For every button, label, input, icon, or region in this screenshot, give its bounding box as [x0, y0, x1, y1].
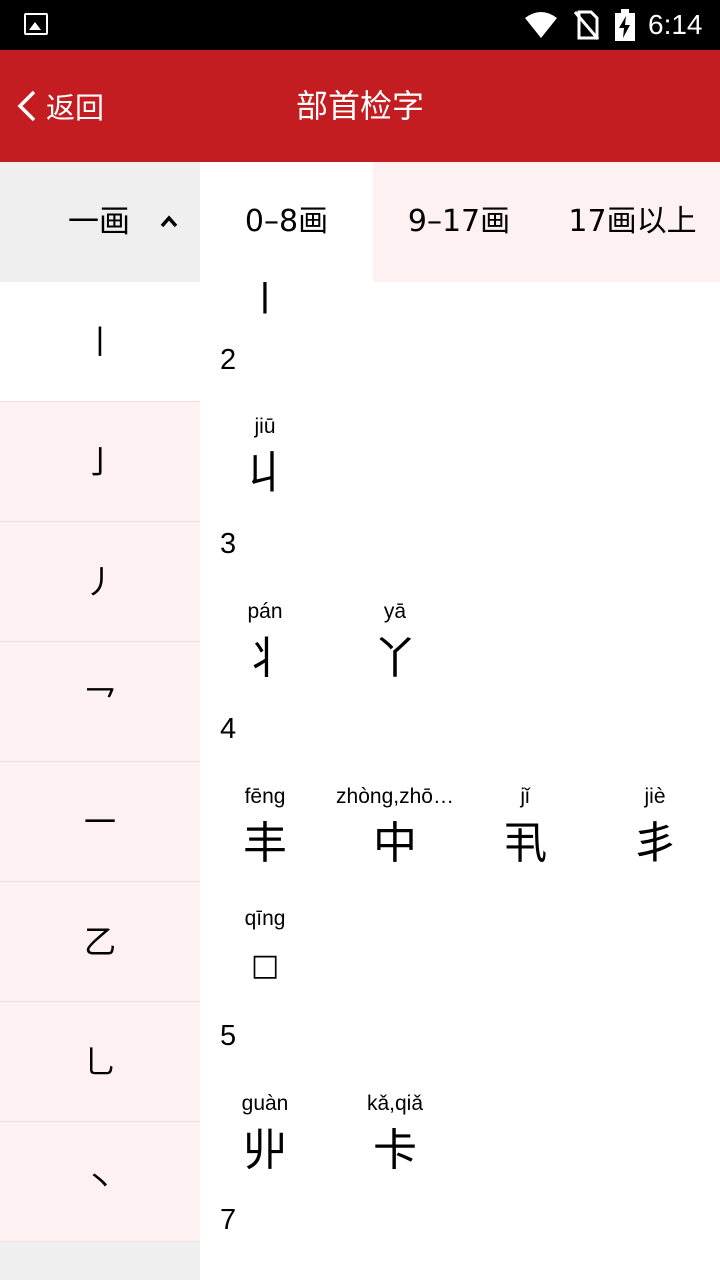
radical-item[interactable]: 乚: [0, 1002, 200, 1122]
pinyin: fēng: [244, 785, 286, 808]
radical-sidebar: 一画 丨 亅 丿 乛 一 乙 乚 丶: [0, 162, 200, 1280]
title-bar: 返回 部首检字: [0, 50, 720, 162]
character-cell[interactable]: jǐ 丮: [460, 780, 590, 880]
character-list[interactable]: 丨 2 jiū 丩 3 pán 丬 yā 丫 4 fēng 丰 zhòng,zh…: [200, 282, 720, 1280]
stroke-group-heading: 3: [220, 528, 237, 560]
pinyin: zhòng,zhō…: [336, 785, 454, 808]
pinyin: qīng: [244, 907, 286, 930]
radical-item[interactable]: 丨: [0, 282, 200, 402]
pinyin: jiè: [644, 785, 666, 808]
radical-item[interactable]: 乙: [0, 882, 200, 1002]
character: 丬: [243, 633, 287, 684]
pinyin: yā: [383, 600, 407, 623]
character-cell[interactable]: guàn 丱: [200, 1087, 330, 1187]
back-label: 返回: [46, 91, 105, 125]
character-cell[interactable]: fēng 丰: [200, 780, 330, 880]
character: 丮: [503, 818, 547, 869]
wifi-icon: [525, 12, 557, 38]
stroke-group-heading: 4: [220, 713, 237, 745]
stroke-group-heading: 7: [220, 1204, 237, 1236]
pinyin: jǐ: [520, 785, 530, 808]
page-title: 部首检字: [295, 87, 424, 125]
character-cell[interactable]: zhòng,zhō… 中: [330, 780, 460, 880]
radical-item[interactable]: 丶: [0, 1122, 200, 1242]
tab-0-8[interactable]: 0–8画: [200, 162, 373, 282]
character-cell[interactable]: pán 丬: [200, 595, 330, 695]
stroke-group-heading: 2: [220, 344, 237, 376]
stroke-count-label: 一画: [68, 204, 130, 240]
radical-list: 丨 亅 丿 乛 一 乙 乚 丶: [0, 282, 200, 1242]
character-cell[interactable]: jiū 丩: [200, 410, 330, 510]
character: 丩: [243, 448, 287, 499]
pinyin: kǎ,qiǎ: [366, 1092, 424, 1115]
character: 丰: [243, 818, 287, 869]
character: 丯: [633, 818, 677, 869]
chevron-left-icon: [17, 90, 36, 122]
character-cell[interactable]: qīng □: [200, 902, 330, 1002]
pinyin: pán: [247, 600, 283, 623]
radical-item[interactable]: 丿: [0, 522, 200, 642]
character: 卡: [373, 1125, 417, 1176]
character: 丱: [243, 1125, 287, 1176]
stroke-group-heading: 5: [220, 1020, 237, 1052]
radical-item[interactable]: 亅: [0, 402, 200, 522]
status-bar: 6:14: [0, 0, 720, 50]
character-cell[interactable]: yā 丫: [330, 595, 460, 695]
chevron-up-icon: [160, 215, 178, 228]
character: □: [250, 948, 280, 983]
character: 中: [373, 818, 417, 869]
character-cell[interactable]: jiè 丯: [590, 780, 720, 880]
tab-17-plus[interactable]: 17画以上: [545, 162, 720, 282]
stroke-count-toggle[interactable]: 一画: [0, 162, 200, 282]
selected-radical-char: 丨: [245, 282, 285, 320]
no-sim-icon: [573, 10, 599, 40]
back-button[interactable]: 返回: [16, 78, 104, 134]
clock: 6:14: [648, 9, 703, 40]
tab-9-17[interactable]: 9–17画: [373, 162, 545, 282]
pinyin: jiū: [254, 415, 276, 438]
battery-charging-icon: [615, 9, 635, 41]
stroke-range-tabs: 0–8画 9–17画 17画以上: [200, 162, 720, 282]
character-cell[interactable]: kǎ,qiǎ 卡: [330, 1087, 460, 1187]
image-icon: [24, 13, 48, 35]
radical-item[interactable]: 一: [0, 762, 200, 882]
radical-item[interactable]: 乛: [0, 642, 200, 762]
pinyin: guàn: [241, 1092, 289, 1115]
character: 丫: [373, 633, 417, 684]
